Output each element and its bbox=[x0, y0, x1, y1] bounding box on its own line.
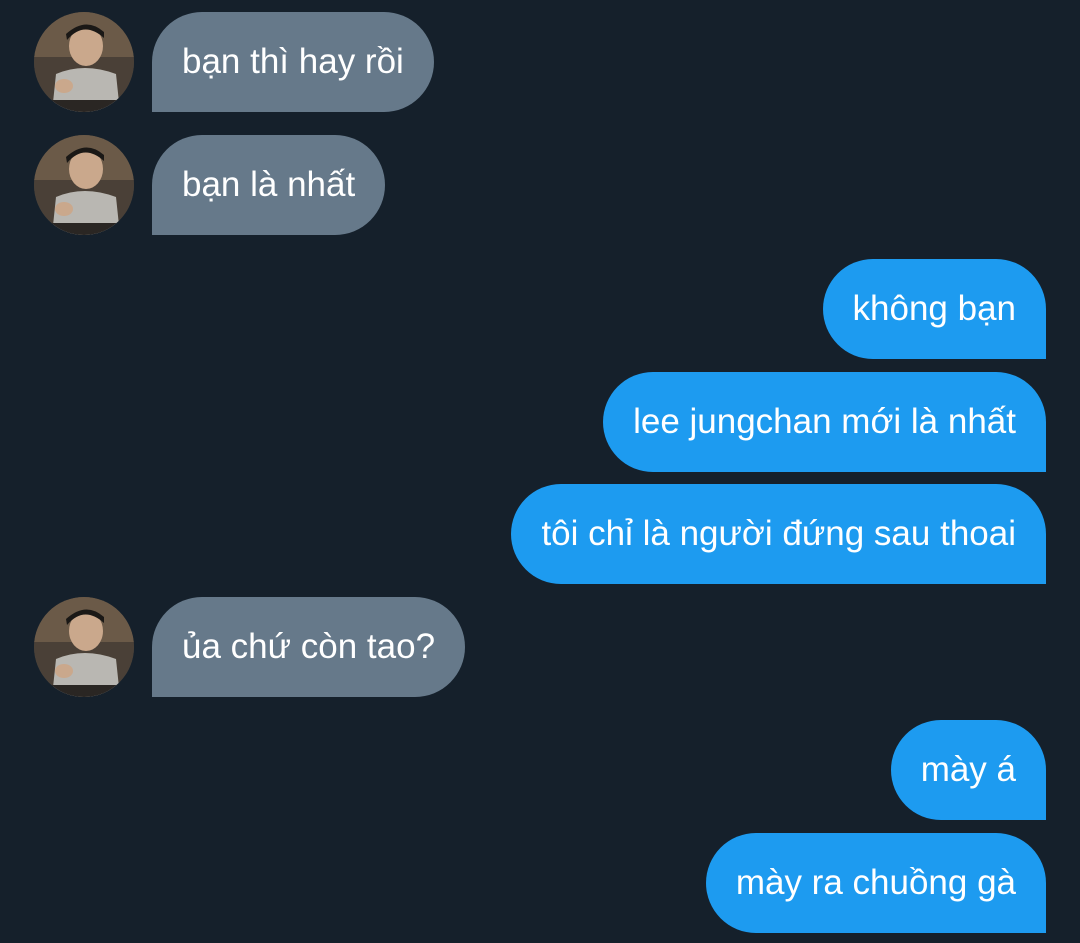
message-row-incoming: bạn thì hay rồi bbox=[0, 12, 1080, 112]
message-text: tôi chỉ là người đứng sau thoai bbox=[541, 514, 1016, 553]
message-bubble-incoming[interactable]: bạn thì hay rồi bbox=[152, 12, 434, 112]
message-text: mày á bbox=[920, 750, 1016, 789]
message-text: không bạn bbox=[852, 289, 1016, 328]
message-row-outgoing: mày ra chuồng gà bbox=[0, 833, 1080, 933]
message-bubble-outgoing[interactable]: tôi chỉ là người đứng sau thoai bbox=[511, 484, 1046, 584]
message-bubble-outgoing[interactable]: mày á bbox=[890, 720, 1046, 820]
message-text: bạn thì hay rồi bbox=[182, 42, 404, 81]
message-row-outgoing: không bạn bbox=[0, 259, 1080, 359]
message-text: ủa chứ còn tao? bbox=[182, 627, 436, 666]
message-bubble-incoming[interactable]: bạn là nhất bbox=[152, 135, 386, 235]
message-text: bạn là nhất bbox=[182, 165, 356, 204]
message-row-incoming: bạn là nhất bbox=[0, 135, 1080, 235]
message-row-outgoing: mày á bbox=[0, 720, 1080, 820]
message-text: lee jungchan mới là nhất bbox=[633, 402, 1016, 441]
message-row-incoming: ủa chứ còn tao? bbox=[0, 597, 1080, 697]
message-bubble-incoming[interactable]: ủa chứ còn tao? bbox=[152, 597, 466, 697]
message-bubble-outgoing[interactable]: mày ra chuồng gà bbox=[705, 833, 1046, 933]
message-bubble-outgoing[interactable]: không bạn bbox=[822, 259, 1046, 359]
message-bubble-outgoing[interactable]: lee jungchan mới là nhất bbox=[603, 372, 1046, 472]
message-row-outgoing: lee jungchan mới là nhất bbox=[0, 372, 1080, 472]
avatar[interactable] bbox=[34, 135, 134, 235]
avatar[interactable] bbox=[34, 12, 134, 112]
message-row-outgoing: tôi chỉ là người đứng sau thoai bbox=[0, 484, 1080, 584]
avatar[interactable] bbox=[34, 597, 134, 697]
message-text: mày ra chuồng gà bbox=[735, 863, 1016, 902]
